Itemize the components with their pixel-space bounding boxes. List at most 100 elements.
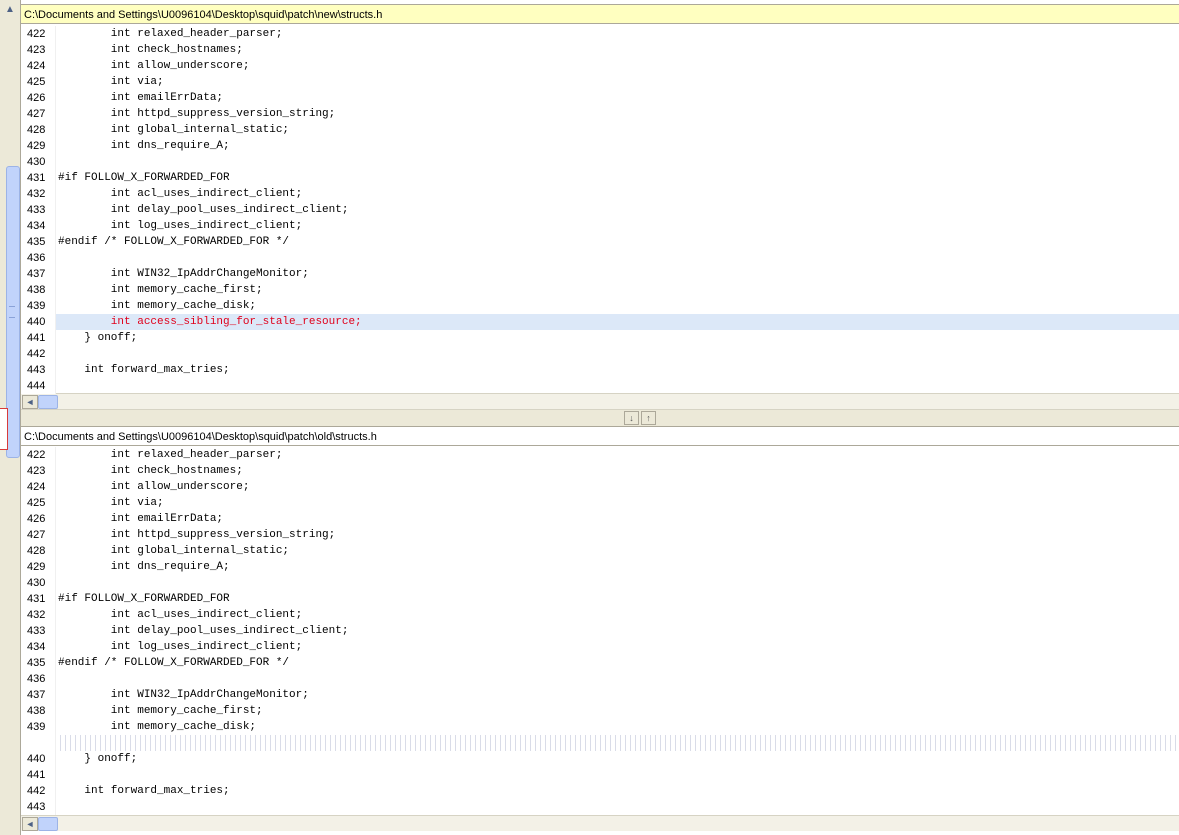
line-number: 434 [21, 639, 55, 655]
code-line[interactable]: 425 int via; [21, 74, 1179, 90]
line-number: 436 [21, 671, 55, 687]
code-line[interactable]: 427 int httpd_suppress_version_string; [21, 106, 1179, 122]
gutter-separator [55, 495, 56, 511]
code-line[interactable]: 444 [21, 378, 1179, 394]
line-text: } onoff; [58, 753, 138, 765]
code-line[interactable]: 436 [21, 250, 1179, 266]
code-line[interactable]: 437 int WIN32_IpAddrChangeMonitor; [21, 687, 1179, 703]
code-line[interactable]: 443 [21, 799, 1179, 815]
line-text: int emailErrData; [58, 513, 224, 525]
code-line[interactable]: 431 #if FOLLOW_X_FORWARDED_FOR [21, 591, 1179, 607]
code-line[interactable]: 431 #if FOLLOW_X_FORWARDED_FOR [21, 170, 1179, 186]
code-line[interactable]: 437 int WIN32_IpAddrChangeMonitor; [21, 266, 1179, 282]
line-number [21, 735, 55, 751]
code-line[interactable]: 422 int relaxed_header_parser; [21, 447, 1179, 463]
gutter-separator [55, 122, 56, 138]
code-line[interactable]: 442 int forward_max_tries; [21, 783, 1179, 799]
code-line[interactable]: 439 int memory_cache_disk; [21, 719, 1179, 735]
bottom-hscroll-thumb[interactable] [38, 817, 58, 831]
line-text: int check_hostnames; [58, 465, 243, 477]
code-line[interactable]: 433 int delay_pool_uses_indirect_client; [21, 202, 1179, 218]
diff-overview-bar[interactable]: ▲ [0, 0, 21, 835]
code-line[interactable]: 426 int emailErrData; [21, 90, 1179, 106]
code-line[interactable]: 424 int allow_underscore; [21, 58, 1179, 74]
code-line[interactable]: 429 int dns_require_A; [21, 559, 1179, 575]
code-line[interactable]: 428 int global_internal_static; [21, 543, 1179, 559]
gutter-separator [55, 655, 56, 671]
new-file-path-header: C:\Documents and Settings\U0096104\Deskt… [21, 4, 1179, 24]
line-text: int httpd_suppress_version_string; [58, 529, 336, 541]
code-line[interactable]: 432 int acl_uses_indirect_client; [21, 607, 1179, 623]
gutter-separator [55, 266, 56, 282]
diff-location-marker[interactable] [0, 408, 8, 450]
line-number: 423 [21, 42, 55, 58]
missing-line-placeholder[interactable] [21, 735, 1179, 751]
line-number: 442 [21, 783, 55, 799]
code-line[interactable]: 438 int memory_cache_first; [21, 703, 1179, 719]
code-line[interactable]: 441 [21, 767, 1179, 783]
gutter-separator [55, 138, 56, 154]
code-line[interactable]: 425 int via; [21, 495, 1179, 511]
old-file-code-view[interactable]: 422 int relaxed_header_parser; 423 int ch… [21, 447, 1179, 815]
code-line[interactable]: 435 #endif /* FOLLOW_X_FORWARDED_FOR */ [21, 234, 1179, 250]
line-text: int acl_uses_indirect_client; [58, 188, 303, 200]
code-line[interactable]: 438 int memory_cache_first; [21, 282, 1179, 298]
line-number: 433 [21, 202, 55, 218]
code-line[interactable]: 435 #endif /* FOLLOW_X_FORWARDED_FOR */ [21, 655, 1179, 671]
code-line[interactable]: 432 int acl_uses_indirect_client; [21, 186, 1179, 202]
gutter-separator [55, 346, 56, 362]
line-text: int relaxed_header_parser; [58, 449, 283, 461]
line-text: int via; [58, 497, 164, 509]
code-line[interactable]: 424 int allow_underscore; [21, 479, 1179, 495]
line-number: 428 [21, 122, 55, 138]
line-number: 427 [21, 106, 55, 122]
line-number: 443 [21, 362, 55, 378]
gutter-separator [55, 378, 56, 394]
code-line[interactable]: 428 int global_internal_static; [21, 122, 1179, 138]
code-line[interactable]: 430 [21, 575, 1179, 591]
gutter-separator [55, 751, 56, 767]
line-number: 436 [21, 250, 55, 266]
prev-diff-up-icon[interactable]: ↑ [641, 411, 656, 425]
gutter-separator [55, 74, 56, 90]
code-line[interactable]: 426 int emailErrData; [21, 511, 1179, 527]
line-number: 439 [21, 298, 55, 314]
code-line[interactable]: 433 int delay_pool_uses_indirect_client; [21, 623, 1179, 639]
code-line[interactable]: 439 int memory_cache_disk; [21, 298, 1179, 314]
code-line[interactable]: 422 int relaxed_header_parser; [21, 26, 1179, 42]
gutter-separator [55, 26, 56, 42]
code-line[interactable]: 423 int check_hostnames; [21, 463, 1179, 479]
scroll-up-arrow-icon[interactable]: ▲ [3, 3, 17, 17]
scroll-left-icon[interactable]: ◄ [22, 395, 38, 409]
changed-code-line[interactable]: 440 int access_sibling_for_stale_resourc… [21, 314, 1179, 330]
code-line[interactable]: 423 int check_hostnames; [21, 42, 1179, 58]
next-diff-down-icon[interactable]: ↓ [624, 411, 639, 425]
code-line[interactable]: 427 int httpd_suppress_version_string; [21, 527, 1179, 543]
gutter-separator [55, 463, 56, 479]
code-line[interactable]: 434 int log_uses_indirect_client; [21, 639, 1179, 655]
top-horizontal-scrollbar[interactable]: ◄ [21, 393, 1179, 409]
code-line[interactable]: 440 } onoff; [21, 751, 1179, 767]
line-number: 432 [21, 186, 55, 202]
line-text: #endif /* FOLLOW_X_FORWARDED_FOR */ [58, 657, 290, 669]
line-number: 433 [21, 623, 55, 639]
line-number: 441 [21, 330, 55, 346]
line-number: 423 [21, 463, 55, 479]
code-line[interactable]: 430 [21, 154, 1179, 170]
code-line[interactable]: 441 } onoff; [21, 330, 1179, 346]
line-number: 422 [21, 26, 55, 42]
code-line[interactable]: 429 int dns_require_A; [21, 138, 1179, 154]
gutter-separator [55, 735, 56, 751]
code-line[interactable]: 436 [21, 671, 1179, 687]
line-number: 429 [21, 138, 55, 154]
line-text: int via; [58, 76, 164, 88]
top-hscroll-thumb[interactable] [38, 395, 58, 409]
bottom-horizontal-scrollbar[interactable]: ◄ [21, 815, 1179, 831]
code-line[interactable]: 443 int forward_max_tries; [21, 362, 1179, 378]
scroll-left-icon[interactable]: ◄ [22, 817, 38, 831]
line-text: int log_uses_indirect_client; [58, 641, 303, 653]
code-line[interactable]: 434 int log_uses_indirect_client; [21, 218, 1179, 234]
gutter-separator [55, 511, 56, 527]
new-file-code-view[interactable]: 422 int relaxed_header_parser; 423 int ch… [21, 26, 1179, 394]
code-line[interactable]: 442 [21, 346, 1179, 362]
